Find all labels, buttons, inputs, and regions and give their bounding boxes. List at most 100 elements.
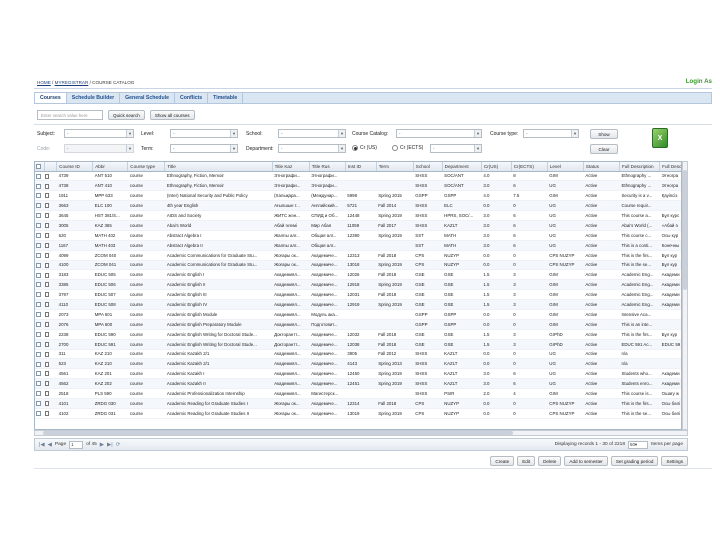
table-row[interactable]: 3385 EDUC 506 course Academic English II Ака…	[35, 279, 681, 291]
row-checkbox[interactable]	[36, 381, 41, 387]
row-checkbox[interactable]	[36, 252, 41, 258]
document-icon-cell[interactable]	[44, 339, 57, 350]
row-checkbox-cell[interactable]	[35, 388, 45, 399]
column-header[interactable]: Cr(US)	[481, 162, 512, 172]
column-header[interactable]: Full Descript	[659, 162, 681, 172]
row-checkbox[interactable]	[36, 410, 41, 416]
row-checkbox-cell[interactable]	[35, 171, 45, 182]
select-all-header[interactable]	[35, 162, 45, 172]
table-row[interactable]: 4738 ANT 410 course Ethnography, Fiction, M…	[35, 180, 681, 192]
row-checkbox-cell[interactable]	[35, 260, 45, 271]
table-row[interactable]: 3663 ELC 100 course 4th year English Ағылшын…	[35, 200, 681, 212]
document-icon-cell[interactable]	[44, 180, 57, 192]
document-icon[interactable]	[45, 312, 50, 318]
horizontal-scrollbar[interactable]	[34, 430, 688, 436]
table-row[interactable]: 2073 MPA 601 course Academic English Module…	[35, 309, 681, 320]
document-icon[interactable]	[45, 401, 50, 407]
column-header[interactable]: Title	[164, 162, 273, 172]
document-icon[interactable]	[45, 371, 50, 377]
document-icon-cell[interactable]	[44, 309, 57, 320]
search-input[interactable]: Enter search value here	[37, 110, 103, 120]
column-header[interactable]: Term	[376, 162, 414, 172]
table-row[interactable]: 620 MATH 402 course Abstract Algebra I Жалпы…	[35, 230, 681, 241]
document-icon-cell[interactable]	[44, 220, 57, 231]
document-icon[interactable]	[45, 331, 50, 337]
prev-page-icon[interactable]: ◀	[48, 442, 52, 448]
row-checkbox-cell[interactable]	[35, 190, 45, 202]
subject-select[interactable]: - ▾	[64, 129, 134, 138]
column-header[interactable]: Level	[547, 162, 584, 172]
set-grading-period-button[interactable]: Set grading period	[610, 456, 659, 466]
document-icon-cell[interactable]	[44, 408, 57, 419]
document-icon-cell[interactable]	[44, 230, 57, 241]
document-icon[interactable]	[45, 193, 50, 199]
table-row[interactable]: 4100 ZCOM 041 course Academic Communication…	[35, 260, 681, 271]
row-checkbox[interactable]	[36, 242, 41, 248]
document-icon-cell[interactable]	[44, 388, 57, 399]
row-checkbox-cell[interactable]	[35, 398, 45, 409]
breadcrumb-home-link[interactable]: HOME	[37, 80, 51, 85]
document-icon[interactable]	[45, 282, 50, 288]
row-checkbox-cell[interactable]	[35, 180, 45, 192]
term-select[interactable]: - ▾	[170, 144, 238, 153]
column-header[interactable]: Inst ID	[345, 162, 377, 172]
column-header[interactable]: Department	[442, 162, 482, 172]
show-all-courses-button[interactable]: Show all courses	[149, 110, 195, 120]
course-type-select[interactable]: - ▾	[523, 129, 579, 138]
tab-timetable[interactable]: Timetable	[208, 93, 244, 103]
document-icon[interactable]	[45, 292, 50, 298]
row-checkbox[interactable]	[36, 223, 41, 229]
document-icon-cell[interactable]	[44, 349, 57, 360]
department-select[interactable]: - ▾	[278, 144, 346, 153]
column-header[interactable]: School	[413, 162, 443, 172]
table-row[interactable]: 1167 MATH 403 course Abstract Algebra II Жал…	[35, 240, 681, 251]
items-per-page-select[interactable]: 50 ▾	[628, 440, 648, 449]
table-row[interactable]: 3005 KAZ 365 course Abai's World Абай әлемі М…	[35, 220, 681, 231]
document-icon-cell[interactable]	[44, 190, 57, 202]
login-as-link[interactable]: Login As	[686, 78, 712, 85]
table-row[interactable]: 2076 MPA 600 course Academic English Prepar…	[35, 319, 681, 330]
course-catalog-select[interactable]: - ▾	[396, 129, 482, 138]
table-row[interactable]: 4102 ZRDG 031 course Academic Reading for G…	[35, 408, 681, 419]
row-checkbox-cell[interactable]	[35, 339, 45, 350]
document-icon-cell[interactable]	[44, 299, 57, 310]
row-checkbox[interactable]	[36, 361, 41, 367]
tab-general-schedule[interactable]: General Schedule	[120, 93, 175, 103]
create-button[interactable]: Create	[490, 456, 515, 466]
row-checkbox[interactable]	[36, 312, 41, 318]
row-checkbox[interactable]	[36, 351, 41, 357]
delete-button[interactable]: Delete	[538, 456, 562, 466]
credits-us-radio[interactable]: Cr (US)	[352, 145, 377, 151]
table-row[interactable]: 3797 EDUC 507 course Academic English III Ак…	[35, 289, 681, 301]
document-icon-cell[interactable]	[44, 260, 57, 271]
row-checkbox-cell[interactable]	[35, 299, 45, 310]
row-checkbox-cell[interactable]	[35, 269, 45, 281]
next-page-icon[interactable]: ▶	[100, 442, 104, 448]
row-checkbox-cell[interactable]	[35, 408, 45, 419]
column-header[interactable]: Abbr	[92, 162, 129, 172]
last-page-icon[interactable]: ▶|	[107, 442, 113, 448]
column-header[interactable]: Title Rus	[309, 162, 346, 172]
table-row[interactable]: 3645 HST 381/S... course AIDS and Society ЖИ…	[35, 210, 681, 221]
document-icon-cell[interactable]	[44, 319, 57, 330]
document-icon[interactable]	[45, 252, 50, 258]
row-checkbox[interactable]	[36, 262, 41, 268]
row-checkbox-cell[interactable]	[35, 279, 45, 291]
add-to-semester-button[interactable]: Add to semester	[564, 456, 608, 466]
row-checkbox[interactable]	[36, 341, 41, 347]
row-checkbox-cell[interactable]	[35, 230, 45, 241]
row-checkbox-cell[interactable]	[35, 319, 45, 330]
row-checkbox[interactable]	[36, 193, 41, 199]
table-row[interactable]: 4561 KAZ 201 course Academic Kazakh I Академ…	[35, 368, 681, 380]
row-checkbox[interactable]	[36, 272, 41, 278]
document-icon[interactable]	[45, 203, 50, 209]
document-icon-cell[interactable]	[44, 398, 57, 409]
refresh-icon[interactable]: ⟳	[116, 442, 121, 448]
credits-select[interactable]: - ▾	[430, 144, 482, 153]
table-row[interactable]: 311 KAZ 210 course Academic Kazakh 2/1 Акаде…	[35, 349, 681, 360]
column-header[interactable]: Status	[583, 162, 620, 172]
document-icon[interactable]	[45, 341, 50, 347]
document-icon[interactable]	[45, 232, 50, 238]
row-checkbox[interactable]	[36, 302, 41, 308]
row-checkbox-cell[interactable]	[35, 329, 45, 340]
